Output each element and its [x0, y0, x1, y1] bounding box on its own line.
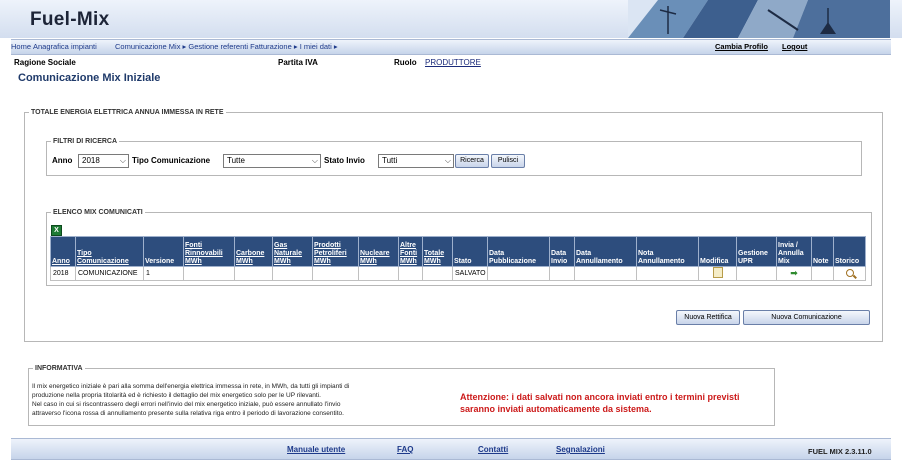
tipo-comunicazione-select[interactable]: Tutte ⌵: [223, 154, 321, 168]
cell-stato: SALVATO: [452, 266, 488, 281]
table-header-row: Anno Tipo Comunicazione Versione Fonti R…: [50, 236, 866, 267]
cell-anno: 2018: [50, 266, 76, 281]
informativa-line: produzione nella propria titolarità ed è…: [32, 392, 321, 399]
tipo-comunicazione-select-value: Tutte: [227, 156, 245, 165]
totale-energia-legend: TOTALE ENERGIA ELETTRICA ANNUA IMMESSA I…: [31, 109, 224, 116]
chevron-down-icon: ⌵: [119, 156, 126, 165]
manuale-utente-link[interactable]: Manuale utente: [287, 445, 345, 454]
warning-message: Attenzione: i dati salvati non ancora in…: [460, 392, 740, 414]
chevron-down-icon: ⌵: [311, 156, 318, 165]
cell-fonti-rinnovabili: [183, 266, 235, 281]
chevron-down-icon: ⌵: [444, 156, 451, 165]
col-header: Data Invio: [549, 236, 575, 267]
excel-export-icon[interactable]: X: [51, 225, 62, 236]
table-row: 2018 COMUNICAZIONE 1 SALVATO ➡: [50, 266, 866, 281]
mix-table: Anno Tipo Comunicazione Versione Fonti R…: [50, 236, 866, 281]
nuova-comunicazione-button[interactable]: Nuova Comunicazione: [743, 310, 870, 325]
nuova-rettifica-button[interactable]: Nuova Rettifica: [676, 310, 740, 325]
col-header[interactable]: Prodotti Petroliferi MWh: [312, 236, 359, 267]
footer-bar: Manuale utente FAQ Contatti Segnalazioni: [11, 438, 891, 460]
cell-versione: 1: [143, 266, 184, 281]
segnalazioni-link[interactable]: Segnalazioni: [556, 445, 605, 454]
breadcrumb-comunicazione[interactable]: Comunicazione Mix ▸ Gestione referenti F…: [115, 42, 338, 51]
col-header: Nota Annullamento: [636, 236, 699, 267]
col-header[interactable]: Gas Naturale MWh: [272, 236, 313, 267]
app-header: Fuel-Mix: [0, 0, 902, 38]
cell-modifica: [698, 266, 737, 281]
informativa-line: Il mix energetico iniziale è pari alla s…: [32, 383, 350, 390]
edit-icon[interactable]: [712, 267, 723, 278]
arrow-right-icon[interactable]: ➡: [790, 269, 798, 278]
ricerca-button[interactable]: Ricerca: [455, 154, 489, 168]
col-header[interactable]: Carbone MWh: [234, 236, 273, 267]
tipo-comunicazione-label: Tipo Comunicazione: [132, 156, 211, 165]
stato-invio-select[interactable]: Tutti ⌵: [378, 154, 454, 168]
cell-nota-annullamento: [636, 266, 699, 281]
cell-tipo: COMUNICAZIONE: [75, 266, 144, 281]
anno-label: Anno: [52, 156, 73, 165]
col-header: Stato: [452, 236, 488, 267]
stato-invio-label: Stato Invio: [324, 156, 365, 165]
cell-data-annullamento: [574, 266, 637, 281]
elenco-mix-legend: ELENCO MIX COMUNICATI: [53, 209, 143, 216]
header-banner-image: [628, 0, 890, 38]
col-header: Gestione UPR: [736, 236, 777, 267]
faq-link[interactable]: FAQ: [397, 445, 413, 454]
col-header: Storico: [833, 236, 866, 267]
col-header: Versione: [143, 236, 184, 267]
cell-note: [811, 266, 834, 281]
cambia-profilo-link[interactable]: Cambia Profilo: [715, 42, 768, 51]
cell-storico: [833, 266, 866, 281]
ruolo-value[interactable]: PRODUTTORE: [425, 58, 481, 67]
breadcrumb-home[interactable]: Home: [11, 42, 31, 51]
nav-bar: Home Anagrafica impianti Comunicazione M…: [11, 39, 891, 55]
col-header[interactable]: Fonti Rinnovabili MWh: [183, 236, 235, 267]
informativa-text: Il mix energetico iniziale è pari alla s…: [32, 382, 452, 418]
logout-link[interactable]: Logout: [782, 42, 807, 51]
cell-data-pubblicazione: [487, 266, 550, 281]
app-version: FUEL MIX 2.3.11.0: [808, 447, 872, 456]
cell-invia: ➡: [776, 266, 812, 281]
col-header: Data Pubblicazione: [487, 236, 550, 267]
anno-select[interactable]: 2018 ⌵: [78, 154, 129, 168]
ruolo-label: Ruolo: [394, 58, 417, 67]
contatti-link[interactable]: Contatti: [478, 445, 508, 454]
informativa-line: Nel caso in cui si riscontrassero degli …: [32, 401, 341, 408]
magnifier-icon[interactable]: [845, 268, 854, 277]
page-title: Comunicazione Mix Iniziale: [18, 72, 161, 84]
anno-select-value: 2018: [82, 156, 100, 165]
col-header[interactable]: Tipo Comunicazione: [75, 236, 144, 267]
cell-gas-naturale: [272, 266, 313, 281]
ragione-sociale-label: Ragione Sociale: [14, 58, 76, 67]
cell-gestione-upr: [736, 266, 777, 281]
informativa-legend: INFORMATIVA: [35, 365, 83, 372]
app-logo: Fuel-Mix: [30, 9, 110, 30]
cell-data-invio: [549, 266, 575, 281]
breadcrumb-anagrafica[interactable]: Anagrafica impianti: [33, 42, 97, 51]
cell-totale: [422, 266, 453, 281]
col-header[interactable]: Totale MWh: [422, 236, 453, 267]
filtri-ricerca-legend: FILTRI DI RICERCA: [53, 138, 118, 145]
col-header[interactable]: Nucleare MWh: [358, 236, 399, 267]
col-header: Data Annullamento: [574, 236, 637, 267]
informativa-line: attraverso l'icona rossa di annullamento…: [32, 410, 344, 417]
col-header: Invia / Annulla Mix: [776, 236, 812, 267]
stato-invio-select-value: Tutti: [382, 156, 398, 165]
cell-altre-fonti: [398, 266, 423, 281]
col-header: Modifica: [698, 236, 737, 267]
cell-carbone: [234, 266, 273, 281]
pulisci-button[interactable]: Pulisci: [491, 154, 525, 168]
col-header: Note: [811, 236, 834, 267]
partita-iva-label: Partita IVA: [278, 58, 318, 67]
col-header[interactable]: Anno: [50, 236, 76, 267]
cell-prodotti-petroliferi: [312, 266, 359, 281]
cell-nucleare: [358, 266, 399, 281]
col-header[interactable]: Altre Fonti MWh: [398, 236, 423, 267]
